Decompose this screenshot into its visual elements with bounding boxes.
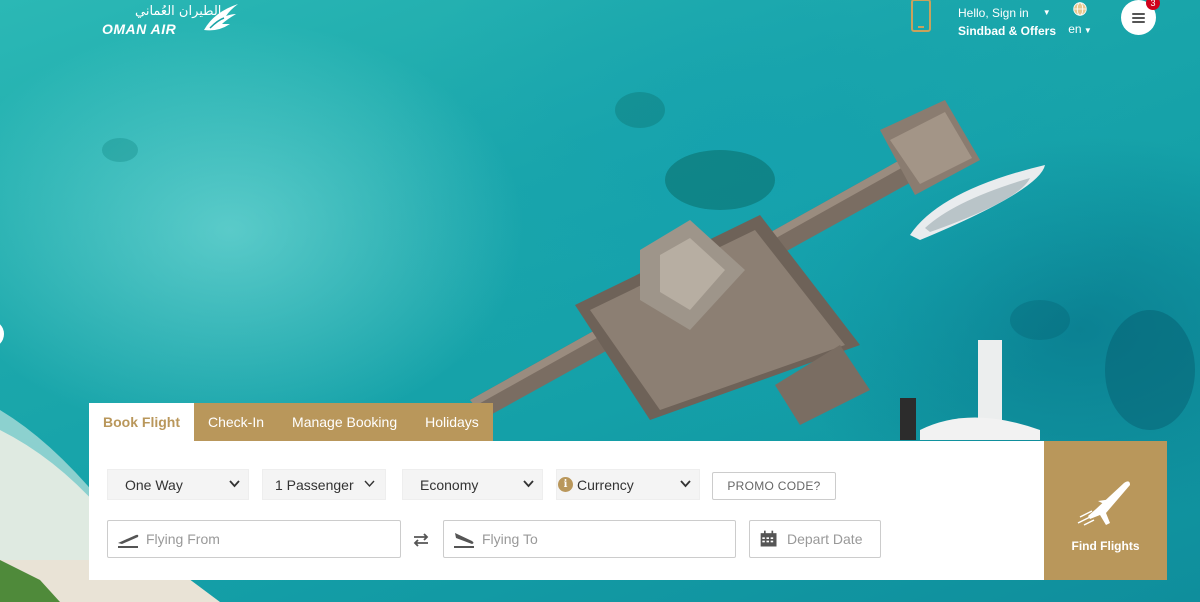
- passenger-select[interactable]: 1 Passenger: [262, 469, 386, 500]
- language-selector[interactable]: en ▼: [1066, 2, 1094, 36]
- sign-in-menu[interactable]: Hello, Sign in ▼ Sindbad & Offers: [958, 4, 1056, 40]
- currency-select[interactable]: i Currency: [556, 469, 700, 500]
- landing-icon: [454, 533, 474, 548]
- passenger-value: 1 Passenger: [275, 476, 354, 493]
- tab-check-in[interactable]: Check-In: [194, 403, 279, 441]
- takeoff-icon: [118, 534, 139, 548]
- flying-from-input[interactable]: Flying From: [107, 520, 401, 558]
- chevron-down-icon: [680, 480, 691, 488]
- swap-icon[interactable]: [412, 531, 430, 549]
- depart-date-input[interactable]: Depart Date: [749, 520, 881, 558]
- globe-icon: [1073, 2, 1087, 16]
- chevron-down-icon: [229, 480, 240, 488]
- trip-type-value: One Way: [125, 476, 183, 493]
- oman-air-logo-icon: [204, 4, 238, 31]
- hello-sign-in-text[interactable]: Hello, Sign in: [958, 4, 1029, 22]
- promo-code-button[interactable]: PROMO CODE?: [712, 472, 836, 500]
- booking-tabs: Book Flight Check-In Manage Booking Holi…: [89, 403, 493, 441]
- info-icon: i: [558, 477, 573, 492]
- chevron-down-icon: [364, 480, 375, 488]
- cabin-class-value: Economy: [420, 476, 479, 493]
- flying-to-placeholder: Flying To: [482, 531, 538, 547]
- trip-type-select[interactable]: One Way: [107, 469, 249, 500]
- cabin-class-select[interactable]: Economy: [402, 469, 543, 500]
- currency-value: Currency: [577, 476, 634, 493]
- logo-english-text: OMAN AIR: [102, 21, 177, 37]
- chevron-down-icon: [523, 480, 534, 488]
- chevron-down-icon: ▼: [1081, 26, 1092, 35]
- find-flights-label: Find Flights: [1071, 539, 1140, 553]
- chevron-down-icon: ▼: [1042, 8, 1051, 17]
- calendar-icon: [760, 530, 777, 547]
- find-flights-button[interactable]: Find Flights: [1044, 441, 1167, 580]
- flying-to-input[interactable]: Flying To: [443, 520, 736, 558]
- menu-icon: [1132, 12, 1145, 23]
- phone-icon[interactable]: [910, 0, 932, 32]
- airplane-icon: [1077, 481, 1130, 526]
- flying-from-placeholder: Flying From: [146, 531, 220, 547]
- language-label: en: [1068, 22, 1082, 36]
- sindbad-offers-link[interactable]: Sindbad & Offers: [958, 22, 1056, 40]
- tab-manage-booking[interactable]: Manage Booking: [278, 403, 412, 441]
- tab-book-flight[interactable]: Book Flight: [89, 403, 194, 441]
- booking-panel: [89, 441, 1044, 580]
- oman-air-logo[interactable]: الطيران العُماني OMAN AIR: [102, 2, 242, 38]
- tab-holidays[interactable]: Holidays: [411, 403, 493, 441]
- depart-date-placeholder: Depart Date: [787, 531, 863, 547]
